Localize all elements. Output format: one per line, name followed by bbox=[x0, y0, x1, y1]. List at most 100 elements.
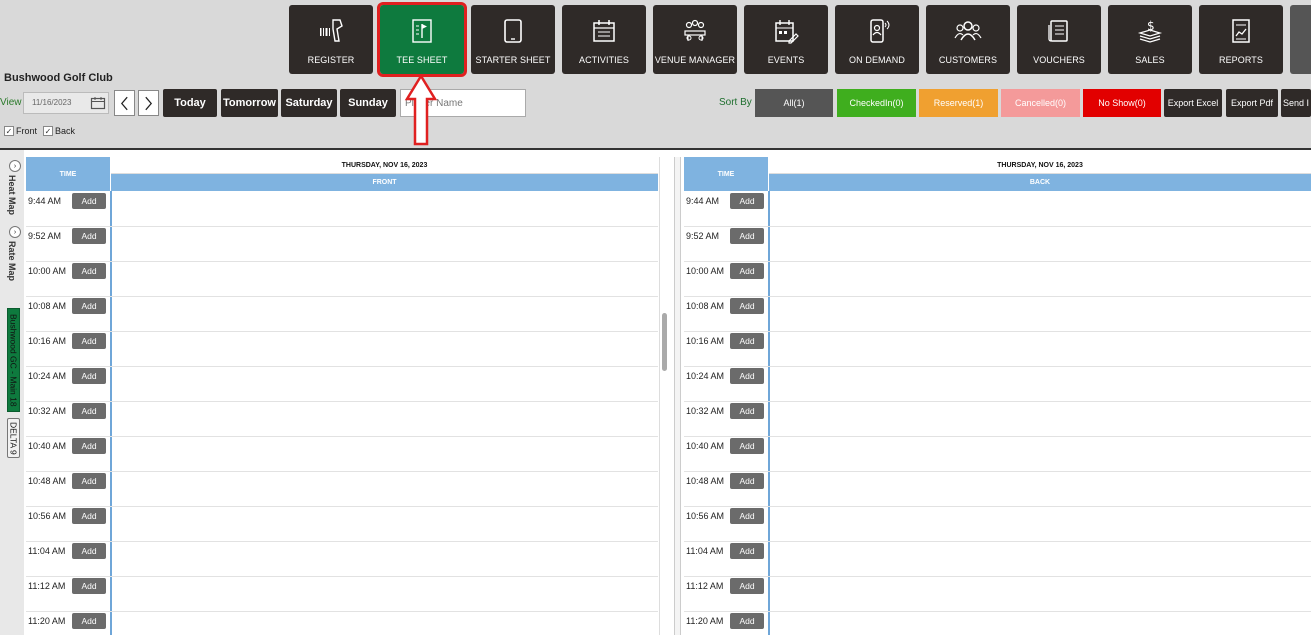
add-booking-button[interactable]: Add bbox=[730, 228, 764, 244]
day-today-button[interactable]: Today bbox=[163, 89, 217, 117]
add-booking-button[interactable]: Add bbox=[72, 228, 106, 244]
add-booking-button[interactable]: Add bbox=[730, 438, 764, 454]
day-tomorrow-button[interactable]: Tomorrow bbox=[221, 89, 278, 117]
nav-customers-button[interactable]: CUSTOMERS bbox=[926, 5, 1010, 74]
add-booking-button[interactable]: Add bbox=[72, 578, 106, 594]
add-booking-button[interactable]: Add bbox=[730, 403, 764, 419]
sort-reserved-button[interactable]: Reserved(1) bbox=[919, 89, 998, 117]
sort-checkedin-button[interactable]: CheckedIn(0) bbox=[837, 89, 916, 117]
nav-activities-button[interactable]: ACTIVITIES bbox=[562, 5, 646, 74]
side-filters: ✓ Front ✓ Back bbox=[4, 126, 75, 136]
add-booking-button[interactable]: Add bbox=[730, 543, 764, 559]
tee-time-label: 10:40 AM bbox=[28, 441, 67, 451]
export-pdf-button[interactable]: Export Pdf bbox=[1226, 89, 1278, 117]
tee-time-label: 9:44 AM bbox=[28, 196, 62, 206]
tee-time-row: 11:20 AM Add bbox=[684, 612, 1311, 635]
add-booking-button[interactable]: Add bbox=[730, 473, 764, 489]
nav-starter-sheet-button[interactable]: STARTER SHEET bbox=[471, 5, 555, 74]
tee-time-row: 9:44 AM Add bbox=[26, 192, 658, 227]
header-bar: REGISTER TEE SHEET STARTER SHEET ACTIVITIES… bbox=[0, 0, 1311, 148]
tee-time-label: 9:44 AM bbox=[686, 196, 720, 206]
sort-by-label: Sort By bbox=[719, 97, 752, 108]
tee-time-row: 11:04 AM Add bbox=[26, 542, 658, 577]
next-day-button[interactable] bbox=[138, 90, 159, 116]
tee-time-label: 10:48 AM bbox=[28, 476, 67, 486]
tee-time-label: 10:56 AM bbox=[686, 511, 725, 521]
add-booking-button[interactable]: Add bbox=[730, 333, 764, 349]
add-booking-button[interactable]: Add bbox=[730, 368, 764, 384]
nav-label: ACTIVITIES bbox=[578, 55, 629, 65]
rate-map-tab[interactable]: Rate Map bbox=[7, 241, 17, 281]
add-booking-button[interactable]: Add bbox=[72, 193, 106, 209]
users-icon bbox=[926, 17, 1010, 47]
day-saturday-button[interactable]: Saturday bbox=[281, 89, 337, 117]
course-tab-delta-9[interactable]: DELTA 9 bbox=[7, 418, 20, 458]
heat-map-tab[interactable]: Heat Map bbox=[7, 175, 17, 215]
filter-front-checkbox[interactable]: ✓ Front bbox=[4, 126, 37, 136]
add-booking-button[interactable]: Add bbox=[72, 298, 106, 314]
nav-label: REPORTS bbox=[1218, 55, 1264, 65]
tee-time-row: 9:44 AM Add bbox=[684, 192, 1311, 227]
tee-time-label: 10:24 AM bbox=[28, 371, 67, 381]
day-sunday-button[interactable]: Sunday bbox=[340, 89, 396, 117]
checkmark-icon: ✓ bbox=[43, 126, 54, 136]
sort-cancelled-button[interactable]: Cancelled(0) bbox=[1001, 89, 1080, 117]
nav-register-button[interactable]: REGISTER bbox=[289, 5, 373, 74]
date-input[interactable]: 11/16/2023 bbox=[23, 92, 109, 114]
course-tab-main-18[interactable]: Bushwood GC - Main 18 bbox=[7, 308, 20, 412]
add-booking-button[interactable]: Add bbox=[72, 543, 106, 559]
nav-tee-sheet-button[interactable]: TEE SHEET bbox=[377, 2, 467, 77]
nav-events-button[interactable]: EVENTS bbox=[744, 5, 828, 74]
back-header: BACK bbox=[769, 174, 1311, 191]
front-scrollbar-track[interactable] bbox=[659, 157, 669, 635]
side-tab-strip: › Heat Map › Rate Map Bushwood GC - Main… bbox=[0, 150, 24, 635]
nav-label: SALES bbox=[1135, 55, 1165, 65]
add-booking-button[interactable]: Add bbox=[72, 438, 106, 454]
add-booking-button[interactable]: Add bbox=[730, 298, 764, 314]
nav-overflow-button[interactable] bbox=[1290, 5, 1311, 74]
filter-label: Back bbox=[55, 126, 76, 136]
front-scrollbar-thumb[interactable] bbox=[662, 313, 667, 371]
tee-time-row: 10:56 AM Add bbox=[684, 507, 1311, 542]
front-tee-grid: TIME THURSDAY, NOV 16, 2023 FRONT 9:44 A… bbox=[26, 157, 658, 635]
add-booking-button[interactable]: Add bbox=[730, 263, 764, 279]
tee-time-label: 10:24 AM bbox=[686, 371, 725, 381]
add-booking-button[interactable]: Add bbox=[730, 613, 764, 629]
add-booking-button[interactable]: Add bbox=[730, 193, 764, 209]
add-booking-button[interactable]: Add bbox=[72, 403, 106, 419]
add-booking-button[interactable]: Add bbox=[730, 578, 764, 594]
add-booking-button[interactable]: Add bbox=[72, 473, 106, 489]
tee-time-label: 10:16 AM bbox=[686, 336, 725, 346]
add-booking-button[interactable]: Add bbox=[72, 368, 106, 384]
add-booking-button[interactable]: Add bbox=[72, 333, 106, 349]
add-booking-button[interactable]: Add bbox=[730, 508, 764, 524]
export-excel-button[interactable]: Export Excel bbox=[1164, 89, 1222, 117]
nav-vouchers-button[interactable]: VOUCHERS bbox=[1017, 5, 1101, 74]
add-booking-button[interactable]: Add bbox=[72, 613, 106, 629]
sort-no-show-button[interactable]: No Show(0) bbox=[1083, 89, 1161, 117]
nav-on-demand-button[interactable]: ON DEMAND bbox=[835, 5, 919, 74]
add-booking-button[interactable]: Add bbox=[72, 263, 106, 279]
tee-time-label: 10:08 AM bbox=[686, 301, 725, 311]
filter-back-checkbox[interactable]: ✓ Back bbox=[43, 126, 75, 136]
tee-time-label: 10:40 AM bbox=[686, 441, 725, 451]
send-button[interactable]: Send I bbox=[1281, 89, 1311, 117]
prev-day-button[interactable] bbox=[114, 90, 135, 116]
nav-sales-button[interactable]: $ SALES bbox=[1108, 5, 1192, 74]
tee-time-row: 10:48 AM Add bbox=[26, 472, 658, 507]
tee-time-row: 11:04 AM Add bbox=[684, 542, 1311, 577]
sort-all-button[interactable]: All(1) bbox=[755, 89, 833, 117]
nav-reports-button[interactable]: REPORTS bbox=[1199, 5, 1283, 74]
tee-time-label: 9:52 AM bbox=[28, 231, 62, 241]
tee-time-row: 10:08 AM Add bbox=[26, 297, 658, 332]
nav-venue-manager-button[interactable]: VENUE MANAGER bbox=[653, 5, 737, 74]
heat-map-toggle-icon[interactable]: › bbox=[9, 160, 21, 172]
tee-time-row: 9:52 AM Add bbox=[684, 227, 1311, 262]
rate-map-toggle-icon[interactable]: › bbox=[9, 226, 21, 238]
calendar-icon[interactable] bbox=[90, 96, 106, 110]
tee-time-row: 11:12 AM Add bbox=[684, 577, 1311, 612]
calendar-edit-icon bbox=[744, 17, 828, 47]
checkmark-icon: ✓ bbox=[4, 126, 14, 136]
add-booking-button[interactable]: Add bbox=[72, 508, 106, 524]
main-nav: REGISTER TEE SHEET STARTER SHEET ACTIVITIES… bbox=[289, 2, 1311, 77]
